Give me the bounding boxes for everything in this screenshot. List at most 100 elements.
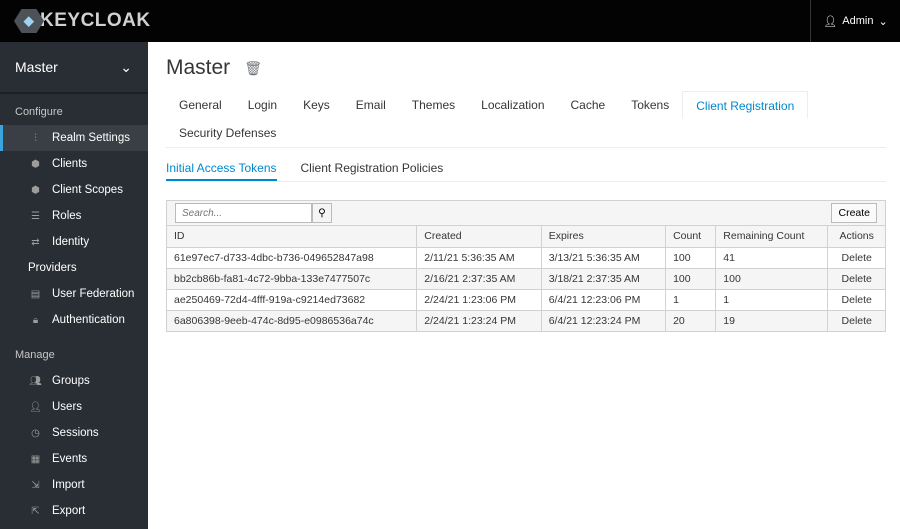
cubes-icon: ⬢ (31, 184, 40, 196)
table-cell: 41 (715, 246, 829, 269)
sidebar-item-label: Authentication (52, 314, 125, 326)
user-menu[interactable]: 👤︎ Admin ⌄ (810, 0, 900, 42)
table-row: ae250469-72d4-4fff-919a-c9214ed73682 2/24… (167, 288, 885, 311)
table-cell: 1 (715, 288, 829, 311)
table-cell: 6a806398-9eeb-474c-8d95-e0986536a74c (167, 309, 418, 331)
sidebar-item-label: Sessions (52, 427, 99, 439)
delete-button[interactable]: Delete (827, 267, 885, 290)
tab-localization[interactable]: Localization (468, 91, 557, 119)
tab-cache[interactable]: Cache (558, 91, 619, 119)
tab-login[interactable]: Login (235, 91, 290, 119)
realm-selector[interactable]: Master ⌄ (0, 42, 148, 94)
list-icon: ☰ (31, 210, 40, 222)
sidebar-item-groups[interactable]: 👥︎ Groups (0, 368, 148, 394)
chevron-down-icon: ⌄ (120, 58, 132, 75)
table-cell: 19 (715, 309, 829, 331)
column-header: Count (665, 226, 717, 248)
table-cell: 20 (665, 309, 717, 331)
main-content: Master 🗑︎ General Login Keys Email Themes Loca… (166, 56, 886, 332)
sidebar-item-label: User Federation (52, 288, 135, 300)
sidebar-item-client-scopes[interactable]: ⬢ Client Scopes (0, 177, 148, 203)
subtab-initial-access-tokens[interactable]: Initial Access Tokens (166, 154, 277, 181)
sidebar-item-roles[interactable]: ☰ Roles (0, 203, 148, 229)
subtab-client-registration-policies[interactable]: Client Registration Policies (301, 154, 444, 181)
delete-button[interactable]: Delete (827, 288, 885, 311)
tab-general[interactable]: General (166, 91, 235, 119)
sidebar-item-identity[interactable]: ⇄ Identity (0, 229, 148, 255)
table-cell: 6/4/21 12:23:06 PM (540, 288, 667, 311)
sidebar-item-authentication[interactable]: 🔒︎ Authentication (0, 307, 148, 333)
sidebar-item-providers[interactable]: Providers (0, 255, 148, 281)
sidebar-item-sessions[interactable]: ◷ Sessions (0, 420, 148, 446)
create-button[interactable]: Create (831, 203, 877, 223)
table-row: bb2cb86b-fa81-4c72-9bba-133e7477507c 2/16… (167, 267, 885, 290)
section-configure: Configure (15, 106, 63, 118)
tab-email[interactable]: Email (343, 91, 399, 119)
table-toolbar: ⚲ Create (167, 201, 885, 226)
sidebar: Master ⌄ Configure ⫶ Realm Settings ⬢ Client… (0, 42, 148, 529)
table-row: 61e97ec7-d733-4dbc-b736-049652847a98 2/11… (167, 246, 885, 269)
sidebar-item-clients[interactable]: ⬢ Clients (0, 151, 148, 177)
delete-button[interactable]: Delete (827, 309, 885, 331)
sidebar-item-events[interactable]: ▦ Events (0, 446, 148, 472)
export-icon: ⇱ (31, 505, 40, 517)
sliders-icon: ⫶ (34, 132, 37, 144)
delete-button[interactable]: Delete (827, 246, 885, 269)
table-cell: 2/11/21 5:36:35 AM (416, 246, 542, 269)
keycloak-logo[interactable]: ◆ KEYCLOAK (14, 9, 151, 33)
table-cell: 2/24/21 1:23:24 PM (416, 309, 542, 331)
tab-themes[interactable]: Themes (399, 91, 468, 119)
sidebar-item-label: Events (52, 453, 88, 465)
sidebar-item-label: Clients (52, 158, 88, 170)
tab-security-defenses[interactable]: Security Defenses (166, 119, 289, 147)
column-header: Remaining Count (715, 226, 829, 248)
section-manage: Manage (15, 349, 55, 361)
sidebar-item-label: Identity (52, 236, 90, 248)
table-cell: 100 (715, 267, 829, 290)
chevron-down-icon: ⌄ (878, 15, 888, 28)
sidebar-item-label: Import (52, 479, 85, 491)
column-header: Expires (540, 226, 667, 248)
table-cell: 100 (665, 267, 717, 290)
page-title: Master (166, 56, 231, 79)
search-input[interactable] (175, 203, 312, 223)
tab-tokens[interactable]: Tokens (618, 91, 682, 119)
sidebar-item-label: Users (52, 401, 83, 413)
realm-name: Master (15, 59, 58, 75)
tab-client-registration[interactable]: Client Registration (682, 91, 809, 119)
user-icon: 👤︎ (823, 15, 838, 28)
sidebar-item-user-federation[interactable]: ▤ User Federation (0, 281, 148, 307)
clock-icon: ◷ (31, 427, 40, 439)
sidebar-item-import[interactable]: ⇲ Import (0, 472, 148, 498)
column-header: Created (416, 226, 542, 248)
cube-icon: ⬢ (31, 158, 40, 170)
exchange-icon: ⇄ (31, 236, 40, 248)
table-cell: 2/24/21 1:23:06 PM (416, 288, 542, 311)
top-header: ◆ KEYCLOAK 👤︎ Admin ⌄ (0, 0, 900, 42)
table-cell: 61e97ec7-d733-4dbc-b736-049652847a98 (167, 246, 418, 269)
subtabs: Initial Access Tokens Client Registration… (166, 154, 886, 182)
column-header: ID (167, 226, 418, 248)
tab-keys[interactable]: Keys (290, 91, 343, 119)
import-icon: ⇲ (31, 479, 40, 491)
table-row: 6a806398-9eeb-474c-8d95-e0986536a74c 2/24… (167, 309, 885, 331)
sidebar-item-label: Export (52, 505, 86, 517)
sidebar-item-label: Groups (52, 375, 90, 387)
table-cell: bb2cb86b-fa81-4c72-9bba-133e7477507c (167, 267, 418, 290)
realm-tabs: General Login Keys Email Themes Localization C… (166, 91, 886, 148)
search-button[interactable]: ⚲ (312, 203, 332, 223)
table-cell: 2/16/21 2:37:35 AM (416, 267, 542, 290)
database-icon: ▤ (30, 288, 41, 300)
trash-icon[interactable]: 🗑︎ (244, 60, 262, 77)
sidebar-item-label: Roles (52, 210, 82, 222)
table-cell: 3/13/21 5:36:35 AM (540, 246, 667, 269)
column-header: Actions (827, 226, 885, 248)
sidebar-item-label: Client Scopes (52, 184, 123, 196)
sidebar-item-export[interactable]: ⇱ Export (0, 498, 148, 524)
sidebar-item-users[interactable]: 👤︎ Users (0, 394, 148, 420)
user-icon: 👤︎ (29, 401, 42, 413)
sidebar-item-realm-settings[interactable]: ⫶ Realm Settings (0, 125, 148, 151)
table-cell: 100 (665, 246, 717, 269)
logo-text: KEYCLOAK (40, 10, 151, 31)
table-cell: 6/4/21 12:23:24 PM (540, 309, 667, 331)
